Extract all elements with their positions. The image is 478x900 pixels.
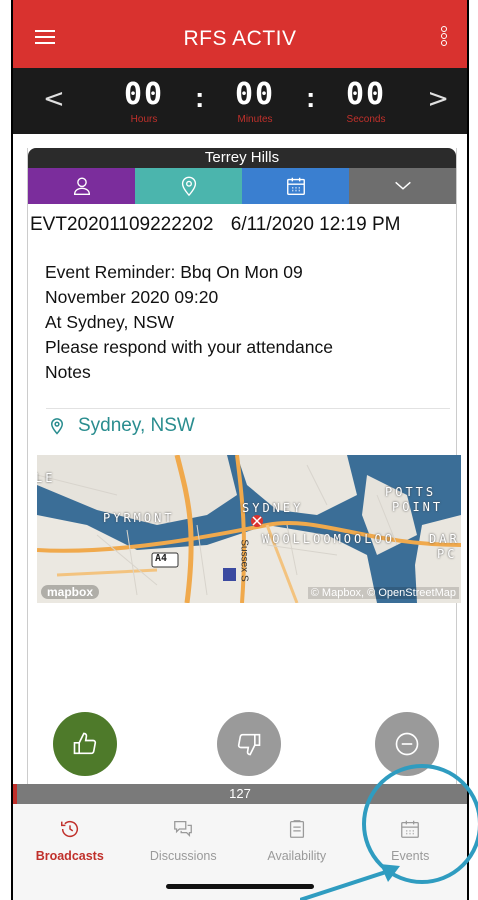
nav-label: Events bbox=[391, 849, 430, 863]
event-map[interactable]: LE POTTS POINT PYRMONT SYDNEY WOOLLOOMOO… bbox=[37, 455, 461, 603]
person-icon bbox=[73, 177, 90, 195]
calendar-icon bbox=[401, 820, 420, 838]
nav-broadcasts[interactable]: Broadcasts bbox=[13, 804, 127, 900]
event-meta: EVT20201109222202 6/11/2020 12:19 PM bbox=[30, 214, 401, 236]
neutral-response-button[interactable] bbox=[375, 712, 439, 776]
time-separator: : bbox=[195, 82, 205, 113]
message-line: November 2020 09:20 bbox=[45, 287, 219, 307]
chat-bubbles-icon bbox=[174, 821, 193, 837]
hours-label: Hours bbox=[130, 114, 158, 125]
divider bbox=[46, 408, 450, 409]
event-message: Event Reminder: Bbq On Mon 09 November 2… bbox=[45, 260, 445, 385]
nav-events[interactable]: Events bbox=[354, 804, 468, 900]
minus-circle-icon bbox=[395, 732, 419, 756]
tab-expand[interactable] bbox=[349, 168, 456, 204]
hours-value: 00 bbox=[123, 77, 165, 112]
message-line: Please respond with your attendance bbox=[45, 337, 333, 357]
seconds-value: 00 bbox=[345, 77, 387, 112]
broadcast-count: 127 bbox=[229, 786, 251, 801]
calendar-icon bbox=[286, 177, 305, 195]
event-location-link[interactable]: Sydney, NSW bbox=[48, 415, 195, 437]
map-label: POINT bbox=[392, 500, 444, 514]
history-icon bbox=[60, 821, 78, 838]
chevron-right-icon[interactable]: > bbox=[427, 84, 449, 114]
thumbs-down-button[interactable] bbox=[217, 712, 281, 776]
nav-label: Discussions bbox=[149, 849, 217, 863]
location-pin-icon bbox=[50, 418, 64, 435]
message-line: Event Reminder: Bbq On Mon 09 bbox=[45, 262, 303, 282]
tab-calendar[interactable] bbox=[242, 168, 349, 204]
app-title: RFS ACTIV bbox=[183, 27, 297, 50]
tab-location[interactable] bbox=[135, 168, 242, 204]
card-tab-bar bbox=[28, 168, 456, 204]
left-count: 2 bbox=[3, 788, 10, 800]
map-label: LE bbox=[37, 471, 56, 485]
location-pin-icon bbox=[181, 176, 196, 197]
countdown-timer: < 00 Hours : 00 Minutes : 00 Seconds > bbox=[13, 68, 467, 134]
message-line: At Sydney, NSW bbox=[45, 312, 175, 332]
event-datetime: 6/11/2020 12:19 PM bbox=[230, 214, 401, 235]
event-location: Sydney, NSW bbox=[78, 415, 195, 436]
thumbs-up-icon bbox=[73, 732, 97, 755]
minutes-label: Minutes bbox=[237, 114, 273, 125]
map-label: SYDNEY bbox=[242, 501, 304, 515]
time-separator: : bbox=[306, 82, 316, 113]
tab-person[interactable] bbox=[28, 168, 135, 204]
map-street-label: Sussex S bbox=[238, 539, 250, 582]
minutes-segment: 00 Minutes bbox=[225, 77, 285, 126]
mapbox-logo[interactable]: mapbox bbox=[41, 585, 100, 599]
map-label: DAR bbox=[429, 532, 460, 546]
thumbs-down-icon bbox=[237, 733, 261, 756]
home-indicator[interactable] bbox=[166, 884, 314, 889]
map-road-shield: A4 bbox=[155, 553, 168, 564]
map-label: POTTS bbox=[385, 485, 437, 499]
minutes-value: 00 bbox=[234, 77, 276, 112]
chevron-left-icon[interactable]: < bbox=[43, 84, 65, 114]
phone-frame: RFS ACTIV < 00 Hours : 00 Minutes : 00 S… bbox=[3, 0, 469, 900]
event-id: EVT20201109222202 bbox=[30, 214, 214, 235]
seconds-label: Seconds bbox=[346, 114, 386, 125]
count-bar: 2 127 bbox=[3, 784, 467, 804]
clipboard-icon bbox=[289, 820, 304, 838]
brigade-name: Terrey Hills bbox=[28, 148, 456, 168]
message-line: Notes bbox=[45, 362, 91, 382]
count-bar-edge bbox=[13, 784, 17, 804]
thumbs-up-button[interactable] bbox=[53, 712, 117, 776]
map-attribution[interactable]: © Mapbox, © OpenStreetMap bbox=[307, 587, 459, 599]
map-label: WOOLLOOMOOLOO bbox=[262, 532, 395, 546]
seconds-segment: 00 Seconds bbox=[336, 77, 396, 126]
hours-segment: 00 Hours bbox=[114, 77, 174, 126]
nav-label: Availability bbox=[267, 849, 327, 863]
more-options-icon[interactable] bbox=[441, 26, 449, 48]
map-label: PYRMONT bbox=[103, 511, 175, 525]
map-label: PC bbox=[437, 547, 458, 561]
chevron-down-icon bbox=[394, 181, 411, 190]
nav-label: Broadcasts bbox=[35, 849, 104, 863]
